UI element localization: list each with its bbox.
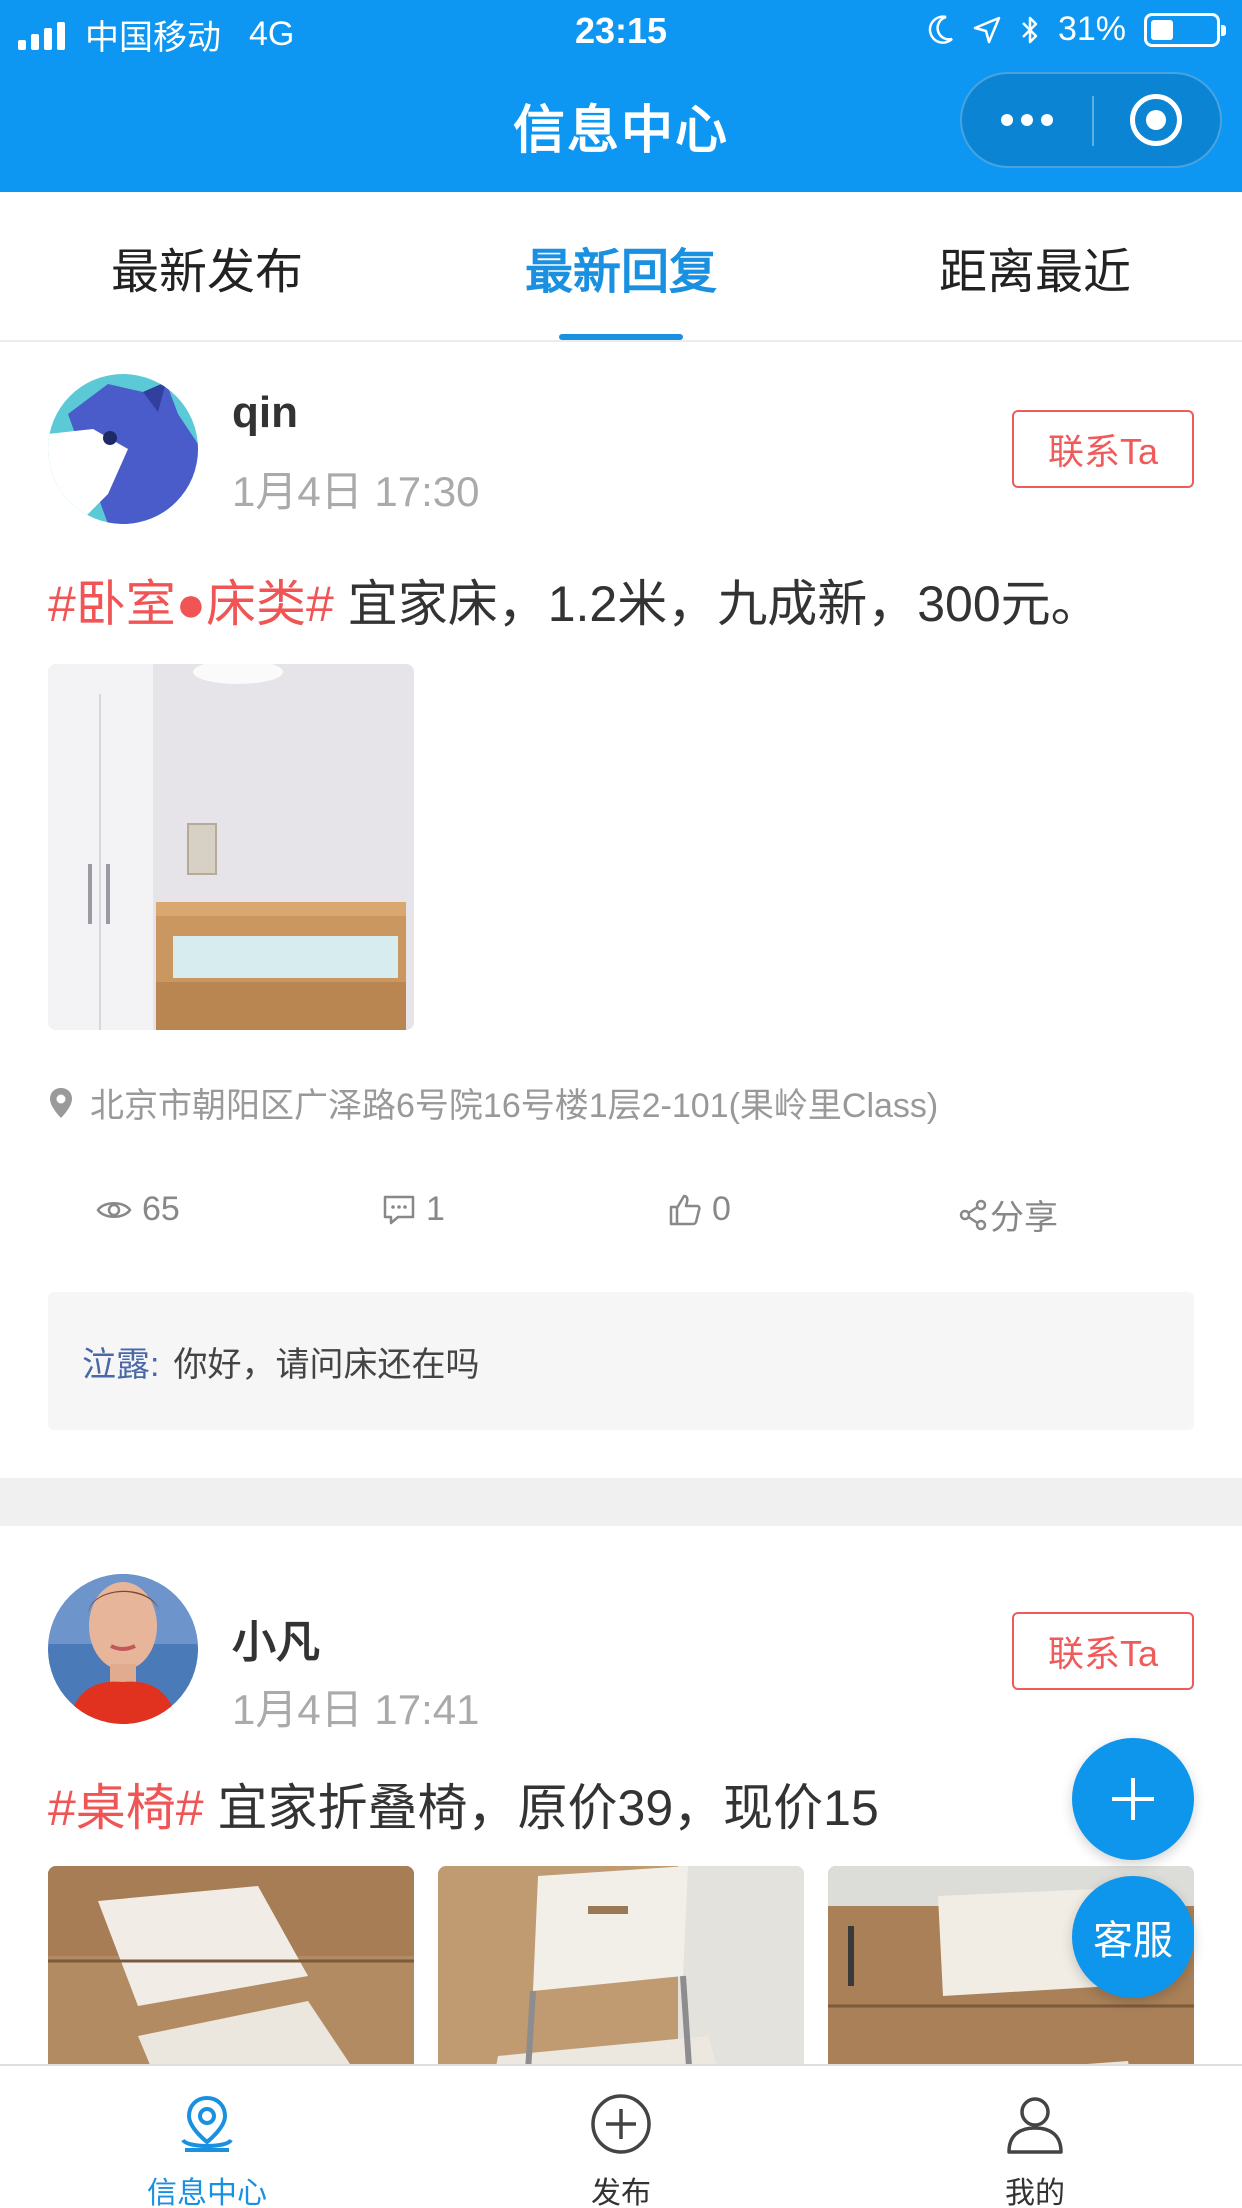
plus-circle-icon (591, 2094, 651, 2154)
plus-icon (1112, 1778, 1154, 1820)
battery-icon (1144, 12, 1226, 47)
dog-avatar-image (48, 374, 198, 524)
add-post-fab[interactable] (1072, 1738, 1194, 1860)
post-card: 小凡 1月4日 17:41 联系Ta #桌椅# 宜家折叠椅，原价39，现价15 (0, 1526, 1242, 2064)
comment-text: 你好，请问床还在吗 (173, 1345, 480, 1384)
views-count: 65 (142, 1190, 180, 1228)
user-icon (1007, 2097, 1063, 2154)
tab-bar: 最新发布 最新回复 距离最近 (0, 192, 1242, 342)
comment-icon (383, 1195, 415, 1224)
likes-count: 0 (712, 1190, 731, 1228)
tab-latest-replies[interactable]: 最新回复 (414, 192, 828, 342)
chair-photo-1 (48, 1866, 414, 2064)
post-image[interactable] (48, 1866, 414, 2064)
eye-icon (96, 1201, 132, 1218)
woman-avatar-image (48, 1574, 198, 1724)
comment-preview[interactable]: 泣露: 你好，请问床还在吗 (48, 1292, 1194, 1430)
share-button[interactable]: 分享 (958, 1190, 1058, 1239)
more-button[interactable] (962, 74, 1092, 166)
capsule-divider (1092, 96, 1094, 146)
category-tag[interactable]: #桌椅# (48, 1780, 204, 1836)
nav-label: 信息中心 (147, 2177, 267, 2208)
active-tab-indicator (559, 334, 683, 340)
avatar[interactable] (48, 374, 198, 524)
bottom-nav: 信息中心 发布 我的 (0, 2064, 1242, 2208)
location-icon (181, 2095, 233, 2152)
miniprogram-capsule (960, 72, 1222, 168)
app-header: 中国移动 4G 23:15 31% 信息中心 (0, 0, 1242, 192)
post-stats: 65 1 0 分享 (0, 1190, 1242, 1240)
username: 小凡 (232, 1618, 320, 1667)
post-image[interactable] (48, 664, 414, 1030)
nav-info-center[interactable]: 信息中心 (0, 2066, 414, 2208)
share-icon (959, 1199, 987, 1230)
contact-button[interactable]: 联系Ta (1012, 410, 1194, 488)
share-label: 分享 (990, 1199, 1058, 1237)
location-arrow-icon (973, 16, 1001, 43)
bluetooth-icon (1022, 16, 1038, 43)
status-right: 31% (928, 10, 1226, 49)
post-content: #卧室●床类# 宜家床，1.2米，九成新，300元。 (48, 564, 1101, 636)
location-pin-icon (50, 1087, 72, 1118)
comment-author[interactable]: 泣露: (82, 1337, 159, 1386)
thumbs-up-icon (669, 1194, 701, 1225)
post-separator (0, 1478, 1242, 1526)
post-image[interactable] (438, 1866, 804, 2064)
post-time: 1月4日 17:41 (232, 1686, 480, 1733)
tab-nearest[interactable]: 距离最近 (828, 192, 1242, 342)
close-miniprogram-icon[interactable] (1130, 94, 1182, 146)
customer-service-fab[interactable]: 客服 (1072, 1876, 1194, 1998)
post-card: qin 1月4日 17:30 联系Ta #卧室●床类# 宜家床，1.2米，九成新… (0, 344, 1242, 1478)
status-bar: 中国移动 4G 23:15 31% (0, 0, 1242, 62)
tab-latest-posts[interactable]: 最新发布 (0, 192, 414, 342)
post-text: 宜家床，1.2米，九成新，300元。 (333, 576, 1101, 632)
chair-photo-2 (438, 1866, 804, 2064)
nav-publish[interactable]: 发布 (414, 2066, 828, 2208)
avatar[interactable] (48, 1574, 198, 1724)
post-text: 宜家折叠椅，原价39，现价15 (203, 1780, 879, 1836)
post-time: 1月4日 17:30 (232, 468, 480, 515)
nav-label: 发布 (591, 2177, 651, 2208)
comments-count: 1 (426, 1190, 445, 1228)
nav-label: 我的 (1005, 2177, 1065, 2208)
battery-percent: 31% (1057, 10, 1126, 48)
contact-button[interactable]: 联系Ta (1012, 1612, 1194, 1690)
likes-stat[interactable]: 0 (668, 1190, 731, 1229)
location-text: 北京市朝阳区广泽路6号院16号楼1层2-101(果岭里Class) (90, 1087, 939, 1125)
comments-stat[interactable]: 1 (382, 1190, 445, 1229)
views-stat: 65 (96, 1190, 180, 1229)
category-tag[interactable]: #卧室●床类# (48, 576, 334, 632)
post-content: #桌椅# 宜家折叠椅，原价39，现价15 (48, 1768, 879, 1840)
nav-mine[interactable]: 我的 (828, 2066, 1242, 2208)
location-row: 北京市朝阳区广泽路6号院16号楼1层2-101(果岭里Class) (48, 1078, 938, 1127)
bedroom-photo (48, 664, 414, 1030)
moon-icon (928, 14, 953, 44)
username: qin (232, 388, 298, 437)
